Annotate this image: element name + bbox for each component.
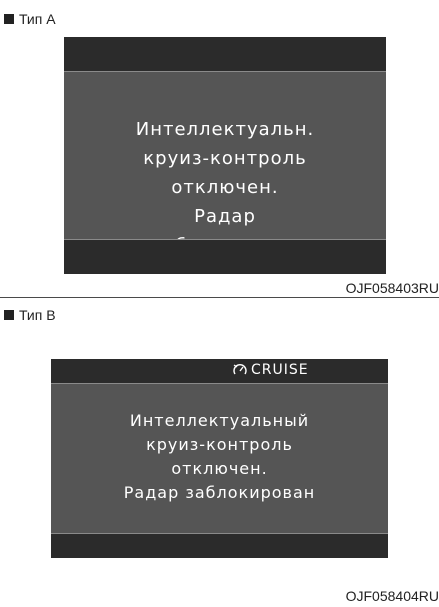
type-b-section: Тип В CRUISE Интеллектуальный круиз-конт… bbox=[0, 298, 439, 607]
type-b-label: Тип В bbox=[19, 307, 56, 323]
display-top-separator bbox=[51, 383, 388, 384]
type-b-heading: Тип В bbox=[4, 307, 56, 323]
type-a-label: Тип А bbox=[19, 11, 56, 27]
bullet-square-icon bbox=[4, 310, 14, 320]
display-top-band bbox=[64, 37, 386, 71]
message-line: Радар заблокирован bbox=[123, 483, 316, 502]
display-bottom-band bbox=[64, 240, 386, 274]
display-top-band: CRUISE bbox=[51, 359, 388, 383]
figure-code-b: OJF058404RU bbox=[345, 588, 439, 604]
figure-code-a: OJF058403RU bbox=[345, 280, 439, 296]
cluster-display-type-a: Интеллектуальн. круиз-контроль отключен.… bbox=[64, 37, 386, 274]
type-a-heading: Тип А bbox=[4, 11, 56, 27]
display-bottom-band bbox=[51, 534, 388, 558]
message-line: Интеллектуальный bbox=[129, 411, 310, 430]
display-top-separator bbox=[64, 71, 386, 72]
cruise-indicator: CRUISE bbox=[232, 362, 309, 378]
cruise-speedometer-icon bbox=[233, 364, 247, 375]
message-line: круиз-контроль bbox=[143, 148, 307, 169]
message-line: круиз-контроль bbox=[146, 435, 293, 454]
type-a-section: Тип А Интеллектуальн. круиз-контроль отк… bbox=[0, 0, 439, 298]
message-line: Интеллектуальн. bbox=[135, 119, 315, 140]
message-line: отключен. bbox=[171, 459, 268, 478]
message-line: отключен. bbox=[171, 177, 279, 198]
cruise-label: CRUISE bbox=[251, 362, 309, 378]
cluster-display-type-b: CRUISE Интеллектуальный круиз-контроль о… bbox=[51, 359, 388, 558]
message-line: Радар bbox=[194, 206, 256, 227]
display-message: Интеллектуальный круиз-контроль отключен… bbox=[51, 409, 388, 505]
bullet-square-icon bbox=[4, 14, 14, 24]
